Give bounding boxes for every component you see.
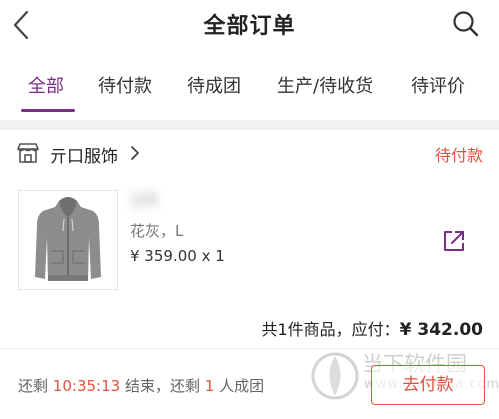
order-status-badge: 待付款 — [434, 146, 483, 165]
product-spec: 花灰，L — [130, 222, 184, 240]
page-title: 全部订单 — [203, 14, 296, 39]
summary-amount: ¥ 342.00 — [399, 320, 483, 340]
product-price: ¥ 359.00 — [130, 247, 197, 265]
product-thumbnail[interactable] — [18, 190, 118, 290]
summary-divider — [0, 348, 499, 349]
storefront-icon — [17, 143, 39, 163]
search-button[interactable] — [451, 9, 481, 39]
group-countdown: 还剩 10:35:13 结束，还剩 1 人成团 — [18, 375, 264, 396]
product-title[interactable]: 加厚 — [130, 190, 405, 218]
countdown-suffix: 人成团 — [219, 377, 265, 395]
product-quantity: x 1 — [201, 247, 225, 265]
order-summary: 共1件商品，应付：¥ 342.00 — [261, 316, 483, 340]
search-icon — [453, 11, 479, 37]
order-tabs: 全部 待付款 待成团 生产/待收货 待评价 — [0, 62, 499, 114]
share-button[interactable] — [442, 229, 466, 253]
pay-now-button[interactable]: 去付款 — [371, 365, 485, 405]
countdown-time: 10:35:13 — [52, 377, 121, 395]
shop-header-row[interactable]: 亓口服饰 待付款 — [0, 130, 499, 178]
tab-pending-payment[interactable]: 待付款 — [98, 72, 152, 98]
watermark-logo-icon — [311, 352, 359, 400]
shop-name[interactable]: 亓口服饰 — [50, 142, 118, 167]
tab-pending-review[interactable]: 待评价 — [411, 72, 465, 98]
tab-pending-group[interactable]: 待成团 — [187, 72, 241, 98]
chevron-right-icon — [131, 146, 139, 160]
section-divider — [0, 120, 499, 130]
gray-hoodie-image — [35, 197, 101, 281]
countdown-middle: 结束，还剩 — [124, 377, 200, 395]
summary-count-text: 共1件商品，应付： — [261, 320, 400, 339]
share-external-icon — [444, 231, 464, 251]
tab-production-receipt[interactable]: 生产/待收货 — [277, 72, 373, 98]
product-price-qty: ¥ 359.00 x 1 — [130, 247, 225, 265]
tab-all[interactable]: 全部 — [28, 72, 64, 98]
top-nav-bar: 全部订单 — [0, 0, 499, 50]
active-tab-indicator — [21, 109, 75, 112]
countdown-prefix: 还剩 — [18, 377, 49, 395]
countdown-people: 1 — [204, 377, 215, 395]
